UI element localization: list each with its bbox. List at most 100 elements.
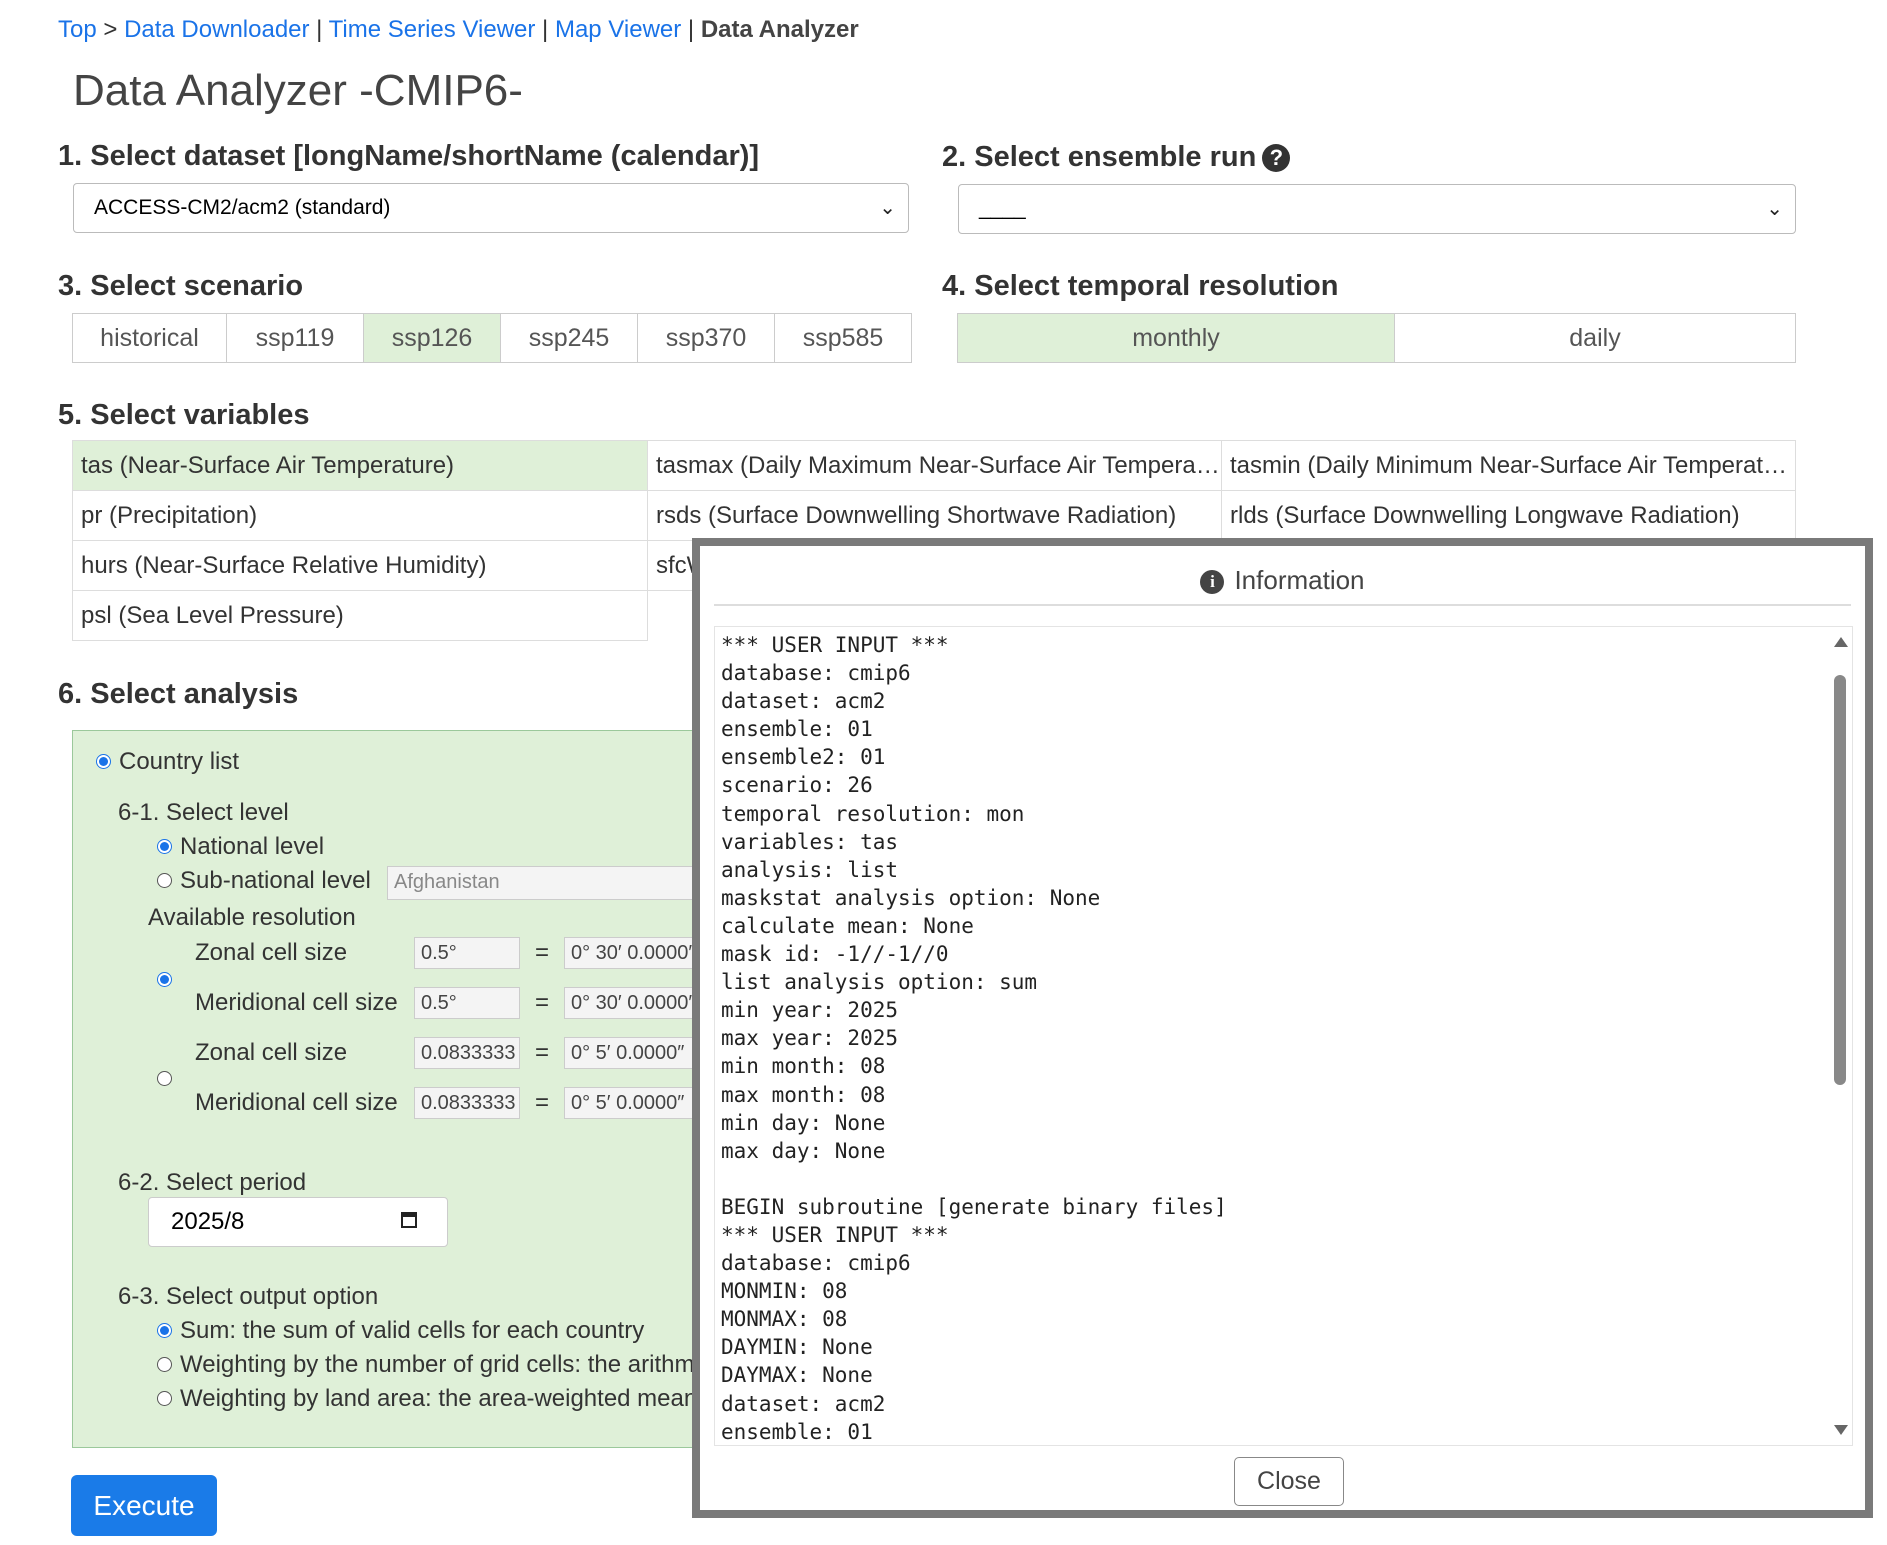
zonal-cell-size-label: Zonal cell size xyxy=(195,939,348,966)
dataset-select[interactable]: ACCESS-CM2/acm2 (standard) ⌄ xyxy=(73,183,909,233)
breadcrumb-current: Data Analyzer xyxy=(700,16,859,43)
log-line: database: cmip6 xyxy=(721,1251,911,1276)
variable-pr[interactable]: pr (Precipitation) xyxy=(72,490,648,541)
temporal-segments: monthly daily xyxy=(957,313,1796,363)
section-ensemble-label: 2. Select ensemble run? xyxy=(942,141,1291,174)
country-list-radio[interactable] xyxy=(96,754,111,769)
log-scrollbar[interactable] xyxy=(1830,627,1852,1445)
ensemble-select[interactable]: ____ ⌄ xyxy=(958,184,1796,234)
breadcrumb-separator: > xyxy=(103,16,118,43)
log-text: *** USER INPUT *** database: cmip6 dataset… xyxy=(715,627,1852,1445)
res2-meridional-value: 0.0833333 xyxy=(414,1087,520,1119)
log-line: maskstat analysis option: None xyxy=(721,885,1101,910)
dialog-title: i Information xyxy=(714,556,1851,606)
variable-tas[interactable]: tas (Near-Surface Air Temperature) xyxy=(72,440,648,491)
info-icon: i xyxy=(1200,570,1225,595)
breadcrumb-pipe: | xyxy=(542,16,549,43)
log-line: min month: 08 xyxy=(721,1054,886,1079)
log-line: dataset: acm2 xyxy=(721,1391,886,1416)
select-level-label: 6-1. Select level xyxy=(118,799,289,826)
information-dialog: i Information *** USER INPUT *** database:… xyxy=(692,538,1873,1518)
period-date-input[interactable]: 2025/8 xyxy=(148,1197,448,1247)
equals-sign: = xyxy=(535,989,550,1016)
variable-tasmax[interactable]: tasmax (Daily Maximum Near-Surface Air T… xyxy=(647,440,1222,491)
log-line: ensemble: 01 xyxy=(721,717,873,742)
log-line: dataset: acm2 xyxy=(721,689,886,714)
subnational-level-radio[interactable] xyxy=(157,873,172,888)
log-line: mask id: -1//-1//0 xyxy=(721,942,949,967)
scroll-down-icon[interactable] xyxy=(1834,1425,1848,1435)
subnational-level-label: Sub-national level xyxy=(180,867,371,894)
output-sum-label: Sum: the sum of valid cells for each cou… xyxy=(180,1317,645,1344)
scroll-up-icon[interactable] xyxy=(1834,637,1848,647)
scenario-segments: historical ssp119 ssp126 ssp245 ssp370 s… xyxy=(72,313,912,363)
zonal-cell-size-label: Zonal cell size xyxy=(195,1039,348,1066)
log-line: temporal resolution: mon xyxy=(721,801,1025,826)
breadcrumb-pipe: | xyxy=(316,16,323,43)
section-variables-label: 5. Select variables xyxy=(58,399,310,431)
equals-sign: = xyxy=(535,1089,550,1116)
log-line: list analysis option: sum xyxy=(721,970,1038,995)
section-temporal-label: 4. Select temporal resolution xyxy=(942,270,1339,302)
breadcrumb-pipe: | xyxy=(687,16,695,43)
breadcrumb-map-viewer-link[interactable]: Map Viewer xyxy=(555,16,681,43)
breadcrumb-top-link[interactable]: Top xyxy=(58,16,97,43)
section-analysis-label: 6. Select analysis xyxy=(58,678,299,710)
log-line: calculate mean: None xyxy=(721,913,974,938)
page-title: Data Analyzer -CMIP6- xyxy=(73,66,523,115)
close-button[interactable]: Close xyxy=(1234,1457,1344,1506)
national-level-label: National level xyxy=(180,833,325,860)
scroll-thumb[interactable] xyxy=(1834,675,1846,1085)
temporal-daily[interactable]: daily xyxy=(1394,313,1796,363)
dataset-select-value: ACCESS-CM2/acm2 (standard) xyxy=(94,196,391,219)
variable-psl[interactable]: psl (Sea Level Pressure) xyxy=(72,590,648,641)
country-list-label: Country list xyxy=(119,748,240,775)
log-line: scenario: 26 xyxy=(721,773,873,798)
country-select[interactable]: Afghanistan xyxy=(387,866,697,900)
variable-rsds[interactable]: rsds (Surface Downwelling Shortwave Radi… xyxy=(647,490,1222,541)
log-line: *** USER INPUT *** xyxy=(721,1222,949,1247)
log-line: ensemble: 01 xyxy=(721,1419,873,1444)
scenario-ssp370[interactable]: ssp370 xyxy=(637,313,775,363)
variable-hurs[interactable]: hurs (Near-Surface Relative Humidity) xyxy=(72,540,648,591)
calendar-icon[interactable] xyxy=(401,1212,417,1228)
resolution-1-radio[interactable] xyxy=(157,972,172,987)
help-icon[interactable]: ? xyxy=(1262,144,1291,173)
chevron-down-icon: ⌄ xyxy=(1766,198,1783,220)
scenario-ssp245[interactable]: ssp245 xyxy=(500,313,638,363)
chevron-down-icon: ⌄ xyxy=(879,197,896,219)
log-line: variables: tas xyxy=(721,829,899,854)
section-dataset-label: 1. Select dataset [longName/shortName (c… xyxy=(58,140,760,172)
scenario-ssp585[interactable]: ssp585 xyxy=(774,313,912,363)
output-weight-cells-radio[interactable] xyxy=(157,1357,172,1372)
resolution-2-radio[interactable] xyxy=(157,1071,172,1086)
dialog-title-text: Information xyxy=(1234,565,1365,595)
equals-sign: = xyxy=(535,1039,550,1066)
available-resolution-label: Available resolution xyxy=(148,904,356,931)
log-line: min day: None xyxy=(721,1110,886,1135)
meridional-cell-size-label: Meridional cell size xyxy=(195,989,398,1016)
scenario-ssp126[interactable]: ssp126 xyxy=(363,313,501,363)
output-weight-area-radio[interactable] xyxy=(157,1391,172,1406)
log-line: min year: 2025 xyxy=(721,998,899,1023)
execute-button[interactable]: Execute xyxy=(71,1475,217,1536)
breadcrumb-data-downloader-link[interactable]: Data Downloader xyxy=(124,16,309,43)
meridional-cell-size-label: Meridional cell size xyxy=(195,1089,398,1116)
variable-rlds[interactable]: rlds (Surface Downwelling Longwave Radia… xyxy=(1221,490,1796,541)
output-sum-radio[interactable] xyxy=(157,1323,172,1338)
period-date-value: 2025/8 xyxy=(171,1208,245,1235)
section-scenario-label: 3. Select scenario xyxy=(58,270,304,302)
section-ensemble-text: 2. Select ensemble run xyxy=(942,141,1257,173)
scenario-ssp119[interactable]: ssp119 xyxy=(226,313,364,363)
variable-tasmin[interactable]: tasmin (Daily Minimum Near-Surface Air T… xyxy=(1221,440,1796,491)
log-line: analysis: list xyxy=(721,857,899,882)
scenario-historical[interactable]: historical xyxy=(72,313,227,363)
select-output-label: 6-3. Select output option xyxy=(118,1283,379,1310)
breadcrumb-time-series-viewer-link[interactable]: Time Series Viewer xyxy=(329,16,536,43)
ensemble-select-value: ____ xyxy=(979,197,1026,220)
log-line: MONMIN: 08 xyxy=(721,1279,848,1304)
temporal-monthly[interactable]: monthly xyxy=(957,313,1395,363)
log-output[interactable]: *** USER INPUT *** database: cmip6 dataset… xyxy=(714,626,1853,1446)
national-level-radio[interactable] xyxy=(157,839,172,854)
